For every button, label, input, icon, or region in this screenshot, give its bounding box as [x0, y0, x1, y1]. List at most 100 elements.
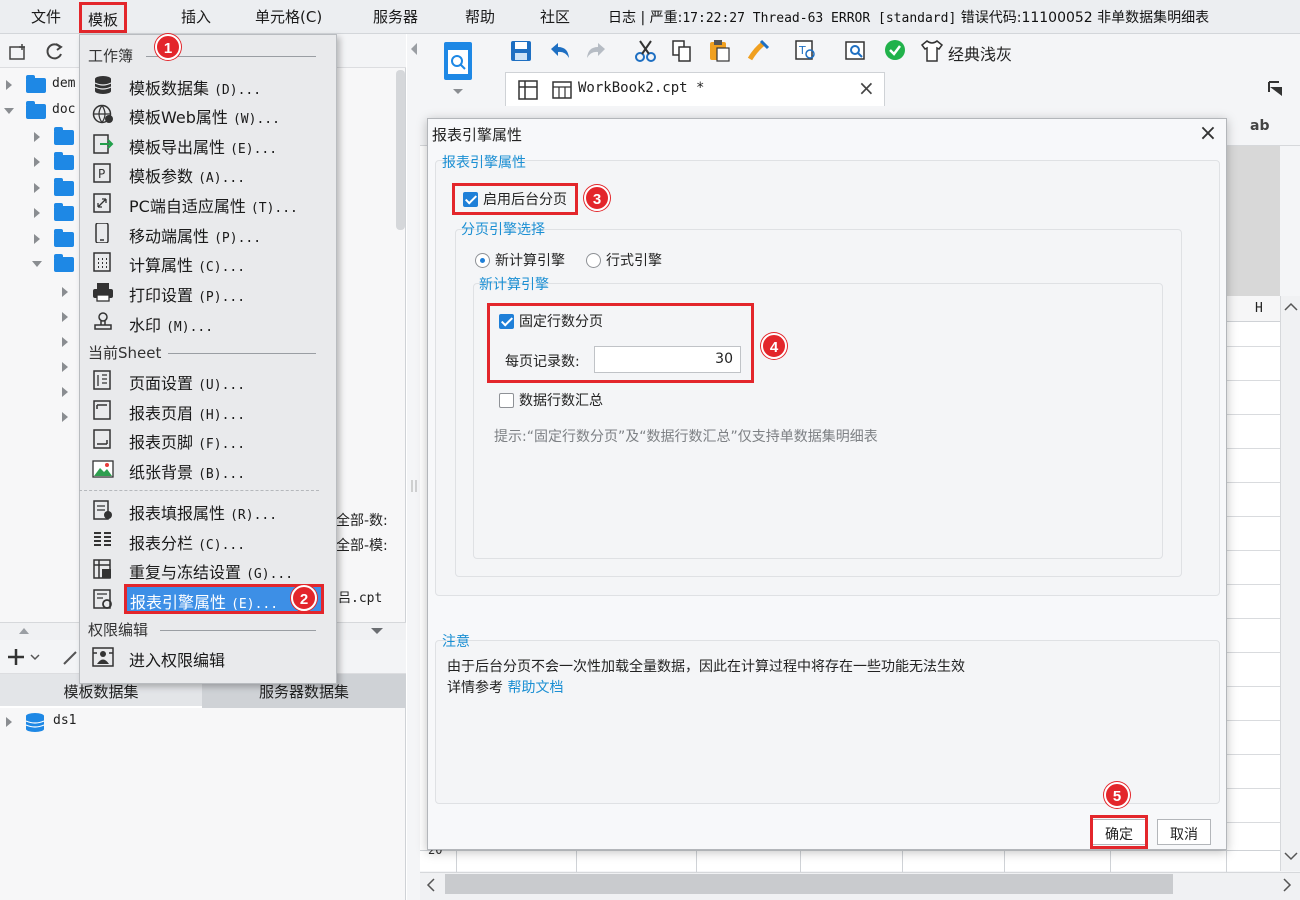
tab-menu-icon[interactable] [1267, 80, 1287, 96]
menu-item-shortcut: (M)... [166, 320, 214, 335]
menu-template[interactable]: 模板 [79, 2, 128, 33]
menu-item-template-export[interactable]: 模板导出属性 (E)... [80, 130, 336, 158]
data-row-summary-label[interactable]: 数据行数汇总 [519, 390, 603, 410]
format-painter-icon[interactable] [746, 39, 770, 63]
tree-scrollbar[interactable] [396, 70, 405, 230]
menu-item-compute[interactable]: 计算属性 (C)... [80, 248, 336, 276]
menu-item-freeze[interactable]: 重复与冻结设置 (G)... [80, 555, 336, 583]
menu-item-shortcut: (P)... [214, 231, 262, 246]
paste-icon[interactable] [708, 39, 732, 63]
menu-item-label: 报表填报属性 (R)... [129, 500, 277, 524]
redo-icon[interactable] [584, 40, 608, 62]
vertical-scrollbar[interactable] [1280, 296, 1300, 871]
menu-item-page-setup[interactable]: 页面设置 (U)... [80, 366, 336, 394]
menu-server[interactable]: 服务器 [373, 6, 418, 27]
expand-arrow-icon[interactable] [6, 717, 12, 727]
horizontal-scroll-thumb[interactable] [445, 874, 1173, 894]
expand-arrow-icon[interactable] [34, 157, 40, 167]
expand-arrow-icon[interactable] [62, 387, 68, 397]
expand-arrow-icon[interactable] [34, 183, 40, 193]
radio-new-engine[interactable] [475, 253, 490, 268]
radio-row-engine-label[interactable]: 行式引擎 [606, 250, 662, 270]
menu-help[interactable]: 帮助 [465, 6, 495, 27]
menu-item-header[interactable]: 报表页眉 (H)... [80, 396, 336, 424]
log-status[interactable]: 日志 | 严重:17:22:27 Thread-63 ERROR [standa… [608, 7, 1209, 27]
expand-arrow-icon[interactable] [62, 362, 68, 372]
menu-item-template-params[interactable]: P 模板参数 (A)... [80, 159, 336, 187]
file-item-label[interactable]: 全部-数: [336, 510, 388, 530]
radio-row-engine[interactable] [586, 253, 601, 268]
grid-view-icon[interactable] [518, 80, 538, 100]
resize-icon [93, 193, 111, 213]
tab-workbook[interactable]: WorkBook2.cpt * [578, 80, 704, 96]
dataset-row[interactable]: ds1 [0, 709, 406, 735]
permission-icon [92, 647, 114, 667]
menu-item-shortcut: (F)... [198, 437, 246, 452]
text-format-button[interactable]: ab [1250, 118, 1269, 134]
radio-new-engine-label[interactable]: 新计算引擎 [495, 250, 565, 270]
menu-item-footer[interactable]: 报表页脚 (F)... [80, 425, 336, 453]
new-folder-icon[interactable] [9, 43, 29, 61]
menu-community[interactable]: 社区 [540, 6, 570, 27]
cut-icon[interactable] [634, 39, 658, 63]
dialog-close-icon[interactable]: × [1196, 121, 1220, 146]
menu-item-label: 模板导出属性 (E)... [129, 134, 277, 158]
step-badge: 3 [584, 185, 610, 211]
copy-icon[interactable] [670, 39, 694, 63]
menu-item-watermark[interactable]: 水印 (M)... [80, 308, 336, 336]
calculator-icon [93, 252, 111, 272]
menu-item-template-web[interactable]: 模板Web属性 (W)... [80, 100, 336, 128]
collapse-arrow-icon[interactable] [32, 261, 42, 267]
expand-arrow-icon[interactable] [34, 132, 40, 142]
menu-item-print[interactable]: 打印设置 (P)... [80, 278, 336, 306]
file-item-label[interactable]: 全部-模: [336, 535, 388, 555]
menu-file[interactable]: 文件 [31, 6, 61, 27]
column-header-h[interactable]: H [1227, 296, 1280, 322]
menu-item-permission-edit[interactable]: 进入权限编辑 [80, 643, 336, 671]
engine-group-title: 报表引擎属性 [442, 155, 526, 171]
folder-icon [54, 254, 74, 272]
scroll-down-icon[interactable] [1284, 851, 1298, 861]
file-item-label[interactable]: 吕.cpt [338, 587, 382, 606]
collapse-left-icon[interactable] [410, 42, 418, 56]
theme-shirt-icon[interactable] [920, 39, 944, 63]
text-search-icon[interactable]: T [794, 39, 818, 63]
collapse-down-icon[interactable] [370, 626, 384, 636]
splitter-grip-icon[interactable] [410, 480, 418, 492]
cancel-button[interactable]: 取消 [1157, 819, 1211, 845]
menu-item-template-dataset[interactable]: 模板数据集 (D)... [80, 71, 336, 99]
expand-arrow-icon[interactable] [62, 337, 68, 347]
menu-insert[interactable]: 插入 [181, 6, 211, 27]
menu-item-mobile[interactable]: 移动端属性 (P)... [80, 219, 336, 247]
menu-item-background[interactable]: 纸张背景 (B)... [80, 455, 336, 483]
tab-close-icon[interactable]: × [858, 76, 875, 100]
menu-cell[interactable]: 单元格(C) [255, 6, 322, 27]
scroll-left-icon[interactable] [426, 878, 436, 892]
scroll-right-icon[interactable] [1282, 878, 1292, 892]
menu-item-columns[interactable]: 报表分栏 (C)... [80, 526, 336, 554]
undo-icon[interactable] [548, 40, 572, 62]
expand-arrow-icon[interactable] [62, 312, 68, 322]
preview-icon[interactable] [844, 39, 868, 63]
expand-arrow-icon[interactable] [6, 80, 12, 90]
expand-arrow-icon[interactable] [34, 234, 40, 244]
collapse-up-icon[interactable] [18, 626, 30, 636]
refresh-icon[interactable] [45, 42, 65, 62]
check-icon[interactable] [884, 39, 906, 61]
edit-icon[interactable] [62, 648, 80, 666]
expand-arrow-icon[interactable] [62, 287, 68, 297]
menu-item-fill-properties[interactable]: 报表填报属性 (R)... [80, 496, 336, 524]
menu-item-pc-adaptive[interactable]: PC端自适应属性 (T)... [80, 189, 336, 217]
data-row-summary-checkbox[interactable] [499, 393, 514, 408]
collapse-arrow-icon[interactable] [4, 108, 14, 114]
help-doc-link[interactable]: 帮助文档 [507, 680, 563, 696]
scroll-up-icon[interactable] [1284, 302, 1298, 312]
expand-arrow-icon[interactable] [34, 208, 40, 218]
template-preview-icon[interactable] [442, 42, 474, 88]
expand-arrow-icon[interactable] [62, 412, 68, 422]
add-dataset-icon[interactable] [7, 647, 41, 667]
tree-item-label: dem [52, 76, 76, 91]
theme-label[interactable]: 经典浅灰 [948, 41, 1012, 65]
save-icon[interactable] [510, 40, 532, 62]
dropdown-arrow-icon[interactable] [452, 88, 464, 96]
